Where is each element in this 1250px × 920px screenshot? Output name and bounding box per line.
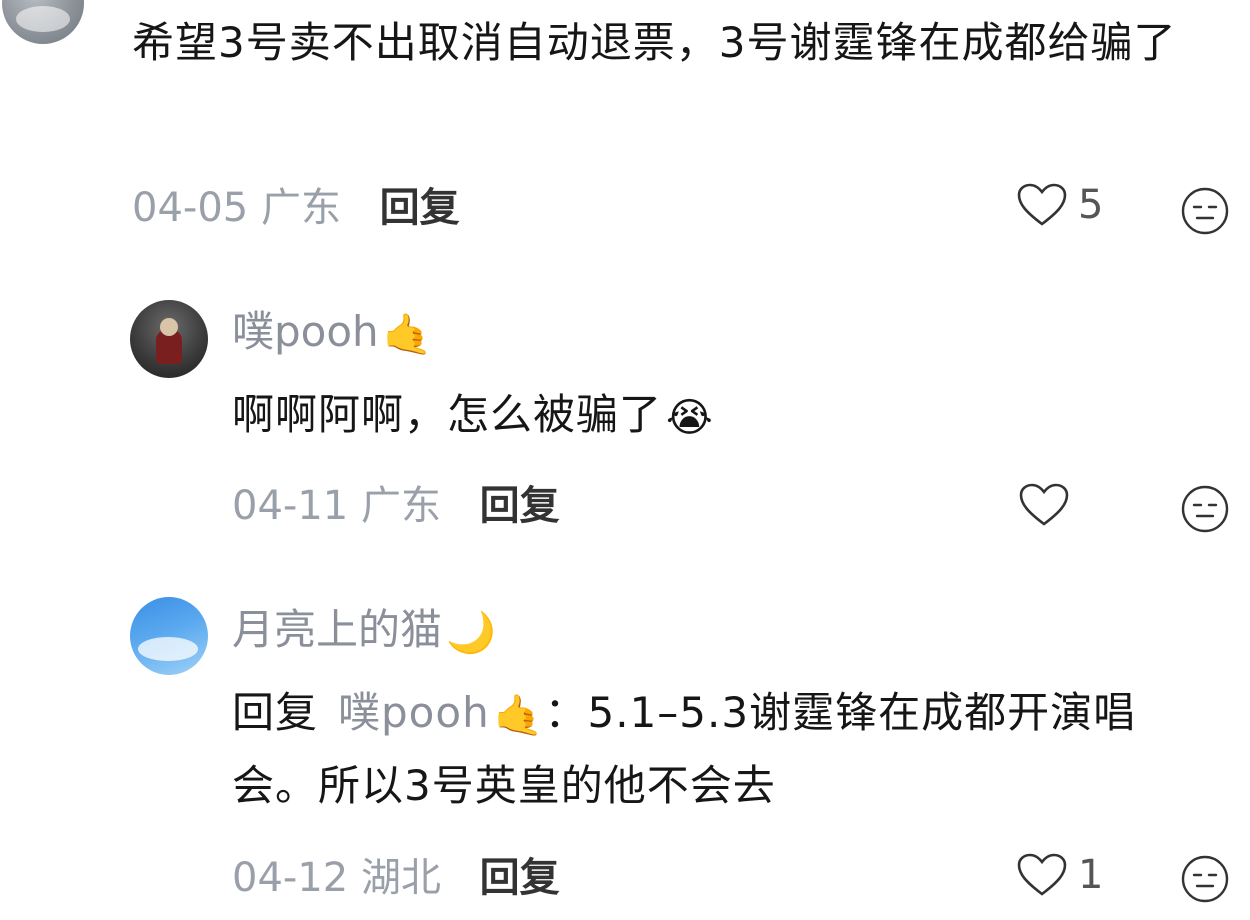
crescent-moon-emoji: 🌙 <box>446 609 496 656</box>
comment-text-body: 啊啊阿啊，怎么被骗了 <box>232 390 663 439</box>
username[interactable]: 月亮上的猫 🌙 <box>232 600 496 663</box>
comment-date: 04-12 <box>232 855 349 901</box>
avatar[interactable] <box>130 300 208 378</box>
call-me-hand-emoji: 🤙 <box>382 311 433 358</box>
call-me-hand-emoji: 🤙 <box>493 692 545 739</box>
comment-date: 04-05 <box>132 185 249 231</box>
comment-text: 希望3号卖不出取消自动退票，3号谢霆锋在成都给骗了 <box>132 18 1177 67</box>
neutral-face-icon[interactable] <box>1180 484 1230 534</box>
heart-outline-icon <box>1017 853 1067 896</box>
neutral-face-icon[interactable] <box>1180 854 1230 904</box>
crying-emoji: 😭 <box>666 394 714 441</box>
comment-location: 广东 <box>360 483 441 529</box>
comment-meta: 04-11 广东 回复 <box>232 478 560 534</box>
reply-button[interactable]: 回复 <box>480 483 560 529</box>
heart-outline-icon <box>1017 183 1067 226</box>
comment-date: 04-11 <box>232 483 349 529</box>
avatar[interactable] <box>2 0 84 44</box>
comment-text: 回复 噗pooh 🤙：5.1–5.3谢霆锋在成都开演唱会。所以3号英皇的他不会去 <box>232 678 1222 821</box>
like-button[interactable] <box>1018 482 1080 528</box>
like-count: 5 <box>1078 182 1104 228</box>
reply-prefix: 回复 <box>232 688 319 737</box>
reply-button[interactable]: 回复 <box>380 185 460 231</box>
comment-text: 啊啊阿啊，怎么被骗了 😭 <box>232 380 1212 453</box>
like-button[interactable]: 5 <box>1016 182 1103 228</box>
reply-to-username[interactable]: 噗pooh <box>338 688 490 737</box>
like-count: 1 <box>1078 852 1104 898</box>
neutral-face-icon[interactable] <box>1180 186 1230 236</box>
comment-meta: 04-05 广东 回复 <box>132 180 460 236</box>
username-text: 噗pooh <box>232 307 379 356</box>
username-text: 月亮上的猫 <box>232 605 443 654</box>
like-button[interactable]: 1 <box>1016 852 1103 898</box>
reply-button[interactable]: 回复 <box>480 855 560 901</box>
comment-location: 湖北 <box>360 855 441 901</box>
username[interactable]: 噗pooh 🤙 <box>232 302 433 365</box>
heart-outline-icon <box>1019 483 1069 526</box>
comment-meta: 04-12 湖北 回复 <box>232 850 560 906</box>
comment-location: 广东 <box>260 185 341 231</box>
avatar[interactable] <box>130 597 208 675</box>
